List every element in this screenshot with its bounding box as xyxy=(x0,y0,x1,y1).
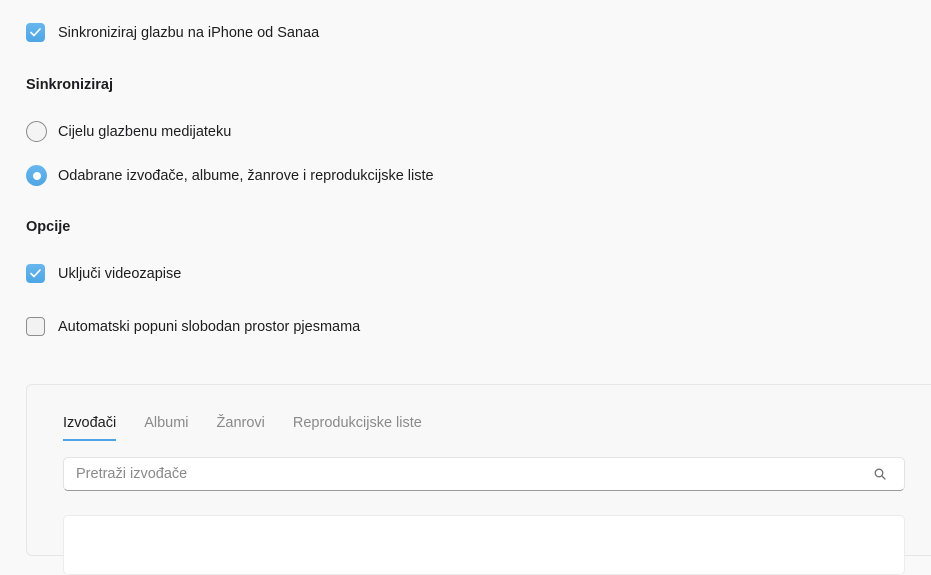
options-section-title: Opcije xyxy=(26,219,71,235)
sync-music-label: Sinkroniziraj glazbu na iPhone od Sanaa xyxy=(58,24,320,41)
autofill-checkbox[interactable] xyxy=(26,317,45,336)
radio-selected-items-label: Odabrane izvođače, albume, žanrove i rep… xyxy=(58,167,434,184)
tab-albums[interactable]: Albumi xyxy=(144,415,188,439)
sync-section-title: Sinkroniziraj xyxy=(26,77,114,93)
include-videos-label: Uključi videozapise xyxy=(58,265,182,282)
autofill-row[interactable]: Automatski popuni slobodan prostor pjesm… xyxy=(26,317,360,336)
include-videos-checkbox[interactable] xyxy=(26,264,45,283)
radio-entire-library[interactable] xyxy=(26,121,47,142)
browse-panel: Izvođači Albumi Žanrovi Reprodukcijske l… xyxy=(26,384,931,575)
sync-option-entire-library[interactable]: Cijelu glazbenu medijateku xyxy=(26,121,231,142)
search-input[interactable] xyxy=(64,465,870,483)
sync-music-row[interactable]: Sinkroniziraj glazbu na iPhone od Sanaa xyxy=(26,23,319,42)
tab-artists[interactable]: Izvođači xyxy=(63,415,117,441)
sync-music-checkbox[interactable] xyxy=(26,23,45,42)
tab-genres[interactable]: Žanrovi xyxy=(217,415,265,439)
artists-list[interactable] xyxy=(63,515,905,575)
autofill-label: Automatski popuni slobodan prostor pjesm… xyxy=(58,318,361,335)
sync-option-selected[interactable]: Odabrane izvođače, albume, žanrove i rep… xyxy=(26,165,434,186)
radio-selected-items[interactable] xyxy=(26,165,47,186)
checkmark-icon xyxy=(30,269,41,278)
checkmark-icon xyxy=(30,28,41,37)
include-videos-row[interactable]: Uključi videozapise xyxy=(26,264,181,283)
radio-entire-library-label: Cijelu glazbenu medijateku xyxy=(58,123,232,140)
category-tabs: Izvođači Albumi Žanrovi Reprodukcijske l… xyxy=(63,415,450,441)
search-icon[interactable] xyxy=(870,468,890,480)
search-field[interactable] xyxy=(63,457,905,491)
tab-playlists[interactable]: Reprodukcijske liste xyxy=(293,415,422,439)
